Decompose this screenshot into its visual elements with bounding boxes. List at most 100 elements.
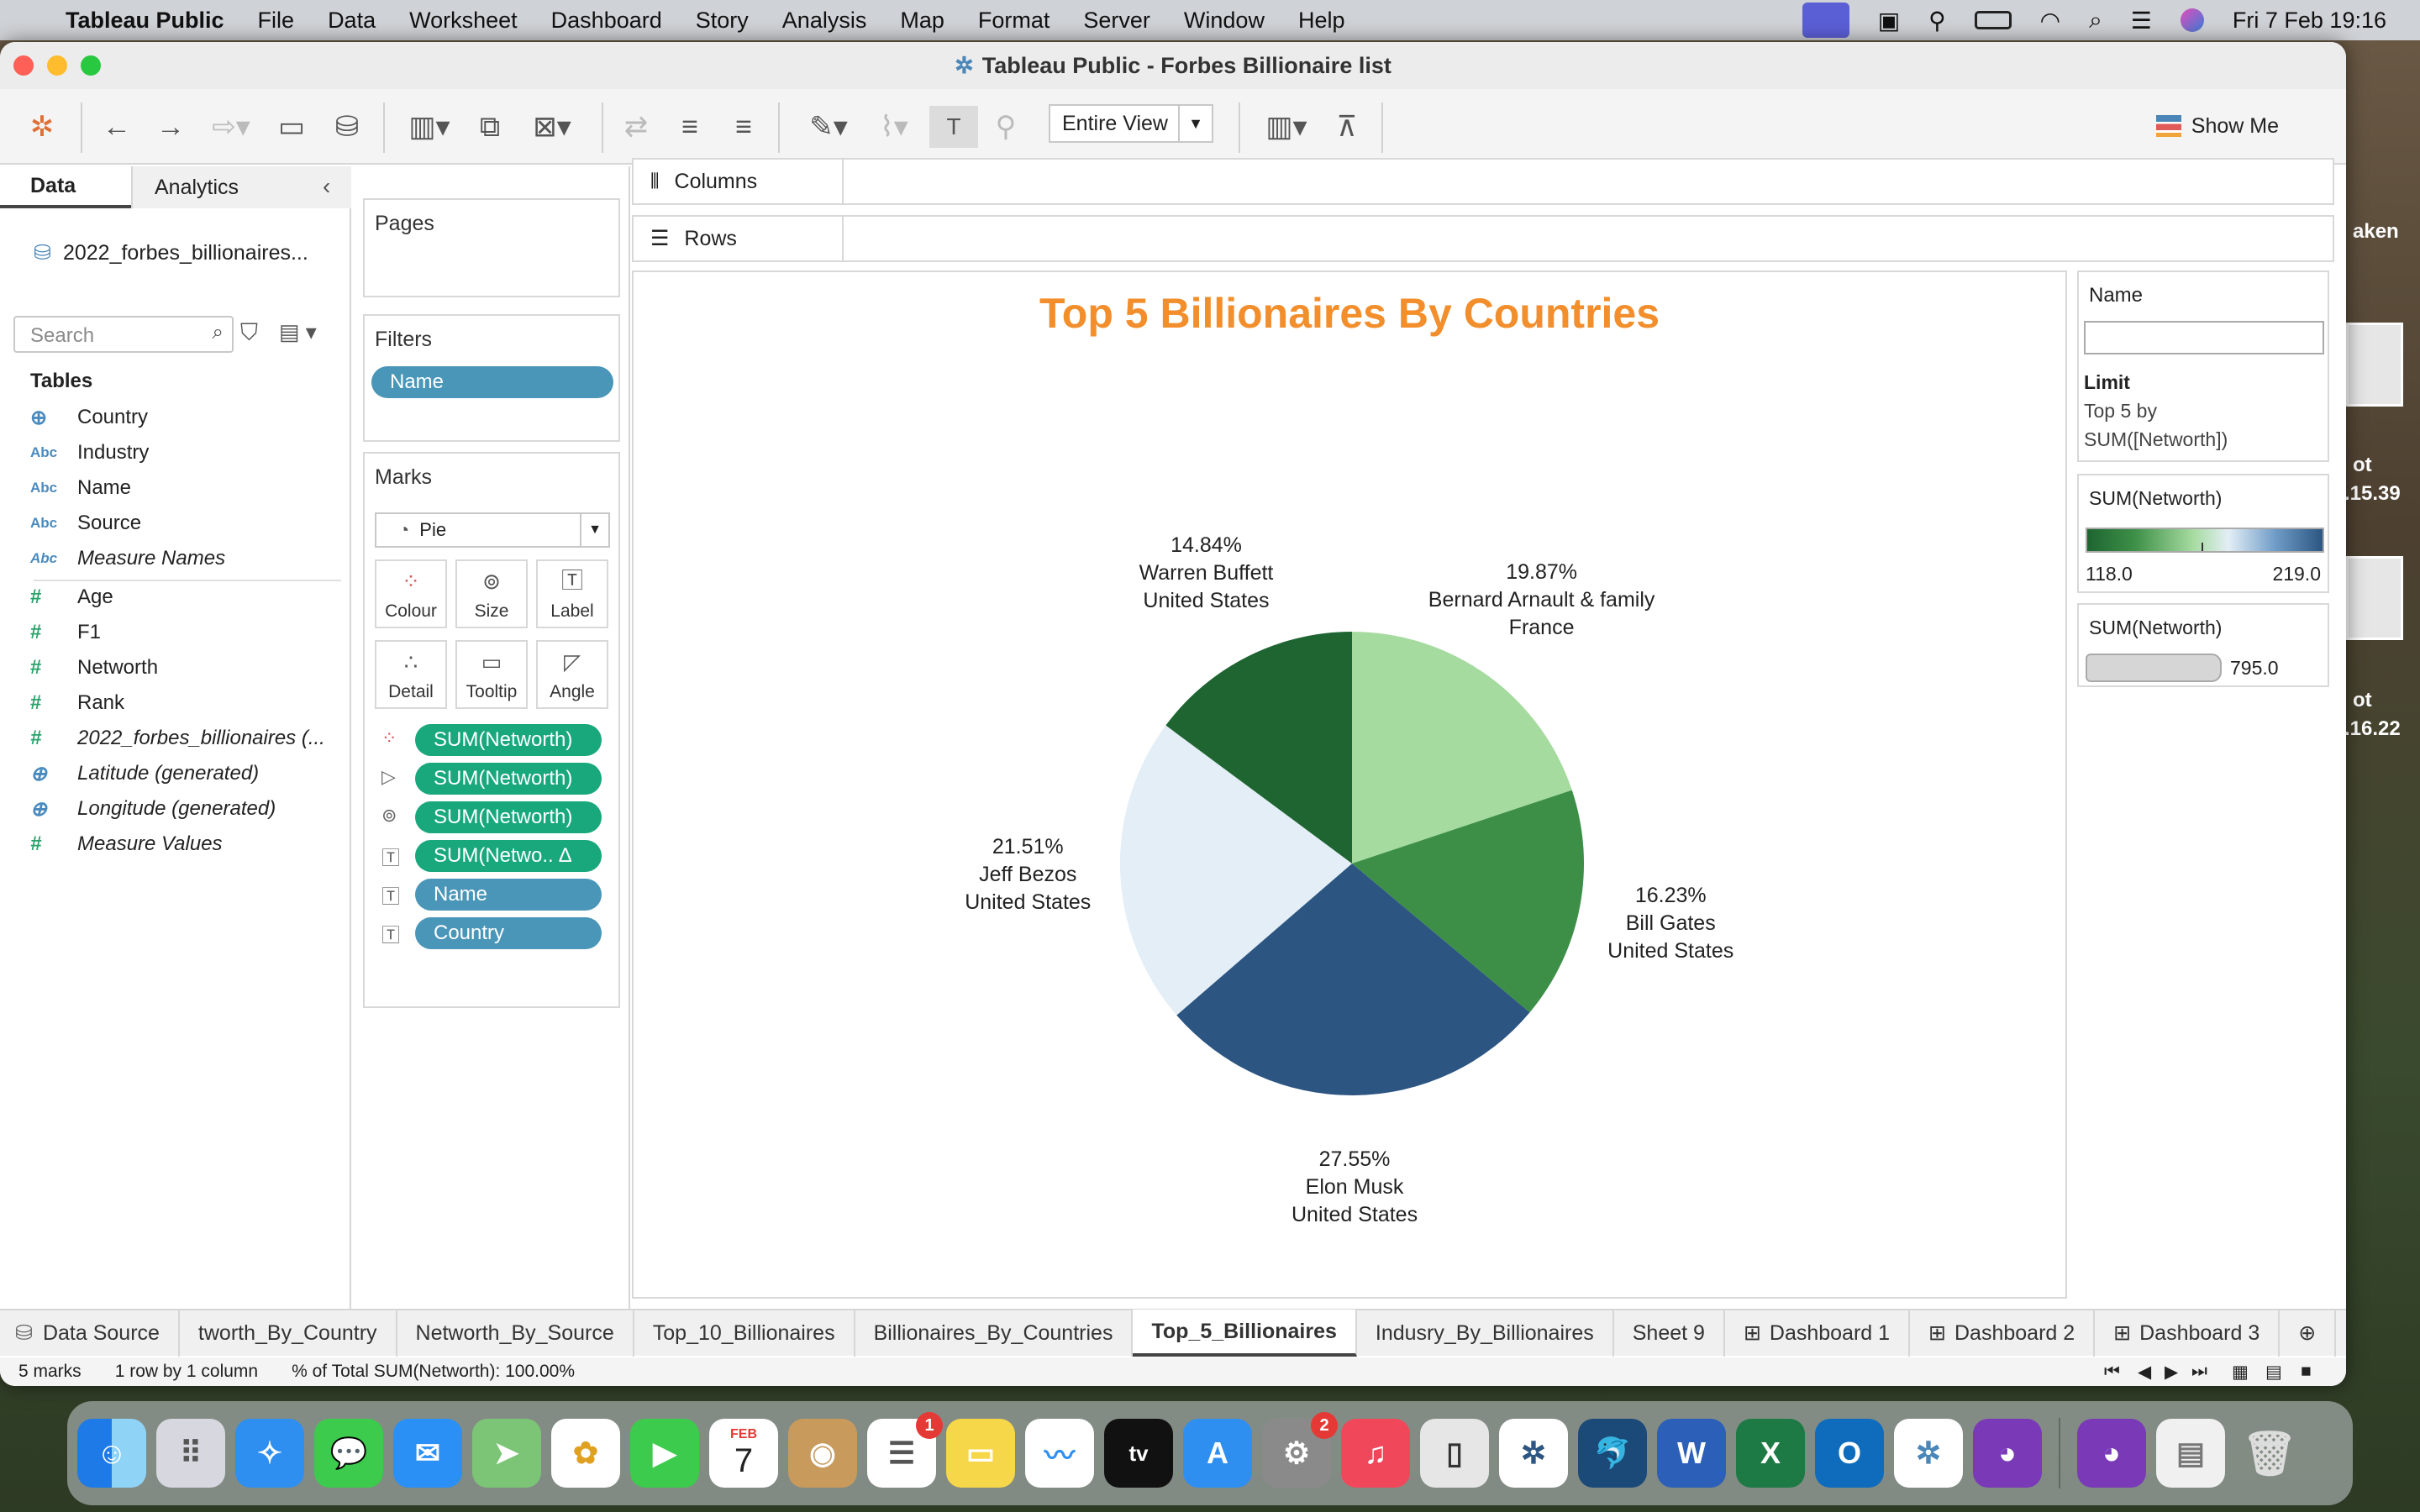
field-search-input[interactable]: Search ⌕: [13, 316, 234, 353]
detail-button[interactable]: ∴ Detail: [375, 640, 447, 709]
mark-pill-angle[interactable]: SUM(Networth): [415, 763, 602, 795]
menu-story[interactable]: Story: [696, 8, 749, 34]
size-legend-card[interactable]: SUM(Networth) 795.0: [2077, 603, 2329, 687]
new-worksheet-tab-icon[interactable]: ⊕: [2280, 1310, 2337, 1357]
system-settings-app-icon[interactable]: ⚙ 2: [1262, 1412, 1338, 1488]
mark-pill-country[interactable]: Country: [415, 917, 602, 949]
downloads-stack-icon[interactable]: ▤: [2156, 1419, 2225, 1488]
tab-industry-by-billionaires[interactable]: Indusry_By_Billionaires: [1357, 1310, 1614, 1357]
collapse-pane-icon[interactable]: ‹: [323, 173, 330, 200]
swap-icon[interactable]: ⇄: [615, 106, 657, 148]
desktop-label[interactable]: .15.39: [2344, 482, 2401, 506]
mark-type-dropdown[interactable]: ◔ Pie ▼: [375, 512, 610, 548]
menu-file[interactable]: File: [258, 8, 295, 34]
chevron-down-icon[interactable]: ▼: [580, 514, 608, 546]
maps-app-icon[interactable]: ➤: [472, 1419, 541, 1488]
show-cards-icon[interactable]: ▥▾: [1255, 106, 1318, 148]
menu-format[interactable]: Format: [978, 8, 1050, 34]
field-rank[interactable]: # Rank: [30, 689, 124, 717]
name-filter-input[interactable]: [2084, 321, 2324, 354]
desktop-label[interactable]: aken: [2353, 220, 2399, 244]
sort-ascending-icon[interactable]: ≡: [669, 106, 711, 148]
tab-networth-by-country[interactable]: tworth_By_Country: [180, 1310, 397, 1357]
field-longitude-generated[interactable]: ⊕ Longitude (generated): [30, 795, 276, 823]
fit-view-dropdown[interactable]: Entire View ▼: [1049, 104, 1213, 143]
filter-pill-name[interactable]: Name: [371, 366, 613, 398]
size-button[interactable]: ⊚ Size: [455, 559, 528, 628]
mysql-workbench-app-icon[interactable]: 🐬: [1578, 1419, 1647, 1488]
wifi-icon[interactable]: ◠: [2040, 7, 2060, 34]
contacts-app-icon[interactable]: ◉: [788, 1419, 857, 1488]
undo-icon[interactable]: ←: [96, 106, 138, 148]
excel-app-icon[interactable]: X: [1736, 1419, 1805, 1488]
outlook-app-icon[interactable]: O: [1815, 1419, 1884, 1488]
music-app-icon[interactable]: ♫: [1341, 1419, 1410, 1488]
replay-icon[interactable]: ⇨▾: [202, 106, 260, 148]
tab-view-icon[interactable]: ■: [2301, 1362, 2312, 1382]
github-folder-icon[interactable]: ◕: [2077, 1419, 2146, 1488]
tableau-app-icon[interactable]: ✲: [1499, 1419, 1568, 1488]
desktop-label[interactable]: ot: [2353, 689, 2372, 712]
tab-dashboard-2[interactable]: ⊞ Dashboard 2: [1910, 1310, 2096, 1357]
presentation-mode-icon[interactable]: ⊼: [1326, 106, 1368, 148]
show-labels-icon[interactable]: T: [929, 106, 978, 148]
view-options-icon[interactable]: ▤ ▾: [279, 319, 317, 345]
desktop-label[interactable]: ot: [2353, 454, 2372, 477]
field-networth[interactable]: # Networth: [30, 654, 158, 682]
spotlight-icon[interactable]: ⌕: [2089, 7, 2102, 34]
app-menu[interactable]: Tableau Public: [66, 8, 224, 34]
clear-sheet-icon[interactable]: ⊠▾: [521, 106, 583, 148]
calendar-app-icon[interactable]: FEB 7: [709, 1419, 778, 1488]
pages-card[interactable]: Pages: [363, 198, 620, 297]
last-sheet-icon[interactable]: ⏭: [2191, 1362, 2207, 1382]
save-icon[interactable]: ▭: [271, 106, 313, 148]
menu-clock[interactable]: Fri 7 Feb 19:16: [2233, 8, 2386, 34]
menu-server[interactable]: Server: [1083, 8, 1150, 34]
menu-window[interactable]: Window: [1184, 8, 1265, 34]
siri-icon[interactable]: [2180, 8, 2204, 32]
notes-app-icon[interactable]: ▭: [946, 1419, 1015, 1488]
tab-sheet-9[interactable]: Sheet 9: [1614, 1310, 1725, 1357]
mark-pill-label[interactable]: SUM(Netwo.. ∆: [415, 840, 602, 872]
desktop-label[interactable]: .16.22: [2344, 717, 2401, 741]
menu-map[interactable]: Map: [900, 8, 944, 34]
new-datasource-icon[interactable]: ⛁: [326, 106, 368, 148]
attach-icon[interactable]: ⌇▾: [871, 106, 918, 148]
mark-pill-name[interactable]: Name: [415, 879, 602, 911]
columns-shelf[interactable]: ⫴ Columns: [632, 158, 2334, 205]
worksheet-view[interactable]: Top 5 Billionaires By Countries 19.87% Be…: [632, 270, 2067, 1299]
rows-shelf[interactable]: ☰ Rows: [632, 215, 2334, 262]
field-measure-values[interactable]: # Measure Values: [30, 830, 223, 858]
freeform-app-icon[interactable]: 〰: [1025, 1419, 1094, 1488]
field-2022-forbes-billionaires[interactable]: #2022_forbes_billionaires (...: [30, 724, 325, 753]
field-country[interactable]: ⊕ Country: [30, 403, 148, 432]
desktop-file-thumbnail[interactable]: [2346, 556, 2403, 640]
photos-app-icon[interactable]: ✿: [551, 1419, 620, 1488]
trash-icon[interactable]: 🗑: [2235, 1419, 2304, 1488]
zoom-button[interactable]: [81, 55, 101, 76]
mark-pill-size[interactable]: SUM(Networth): [415, 801, 602, 833]
menu-dashboard[interactable]: Dashboard: [551, 8, 662, 34]
filter-fields-icon[interactable]: ⛉: [240, 319, 258, 347]
tab-networth-by-source[interactable]: Networth_By_Source: [397, 1310, 634, 1357]
highlight-icon[interactable]: ✎▾: [805, 106, 852, 148]
reminders-app-icon[interactable]: ☰ 1: [867, 1412, 943, 1488]
label-button[interactable]: 🅃 Label: [536, 559, 608, 628]
next-sheet-icon[interactable]: ▶: [2165, 1362, 2178, 1383]
field-measure-names[interactable]: Abc Measure Names: [30, 544, 225, 573]
tab-data[interactable]: Data: [0, 166, 131, 208]
control-center-icon[interactable]: ☰: [2131, 7, 2152, 34]
safari-app-icon[interactable]: ✧: [235, 1419, 304, 1488]
menu-analysis[interactable]: Analysis: [782, 8, 867, 34]
tableau-public-app-icon[interactable]: ✲: [1894, 1419, 1963, 1488]
filters-card[interactable]: Filters Name: [363, 314, 620, 442]
tab-dashboard-3[interactable]: ⊞ Dashboard 3: [2095, 1310, 2281, 1357]
launchpad-app-icon[interactable]: ⠿: [156, 1419, 225, 1488]
field-name[interactable]: Abc Name: [30, 474, 131, 502]
iphone-mirroring-app-icon[interactable]: ▯: [1420, 1419, 1489, 1488]
new-worksheet-icon[interactable]: ▥▾: [398, 106, 460, 148]
new-dashboard-tab-icon[interactable]: ⊞: [2336, 1310, 2346, 1357]
field-latitude-generated[interactable]: ⊕ Latitude (generated): [30, 759, 259, 788]
colour-legend-card[interactable]: SUM(Networth) 118.0 219.0: [2077, 474, 2329, 593]
angle-button[interactable]: ◸ Angle: [536, 640, 608, 709]
